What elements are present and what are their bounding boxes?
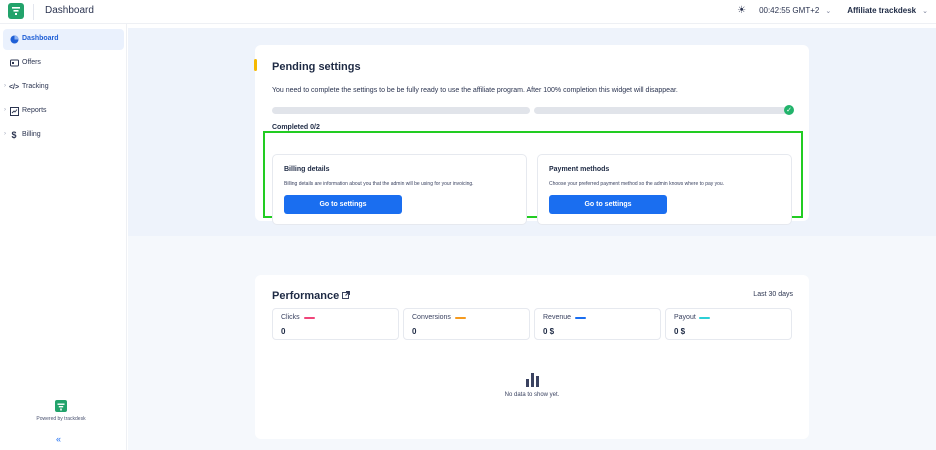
sidebar-item-billing[interactable]: › $ Billing — [3, 125, 124, 146]
metric-revenue: Revenue 0 $ — [534, 308, 661, 340]
metric-label: Conversions — [412, 314, 451, 321]
dollar-icon: $ — [11, 130, 17, 140]
main-content: Pending settings You need to complete th… — [128, 28, 936, 450]
clock-time[interactable]: 00:42:55 GMT+2 — [759, 6, 819, 15]
top-bar: Dashboard ☀ 00:42:55 GMT+2 ⌄ Affiliate t… — [0, 0, 936, 24]
dashboard-icon — [9, 34, 19, 44]
billing-details-description: Billing details are information about yo… — [284, 181, 474, 187]
clicks-legend-swatch — [304, 317, 315, 319]
revenue-legend-swatch — [575, 317, 586, 319]
sidebar-item-offers[interactable]: Offers — [3, 53, 124, 74]
sidebar-item-dashboard[interactable]: Dashboard — [3, 29, 124, 50]
performance-title: Performance — [272, 290, 340, 302]
performance-card: Performance Last 30 days Clicks 0 Conver… — [255, 275, 809, 439]
double-chevron-left-icon[interactable]: « — [56, 434, 61, 444]
chevron-down-icon[interactable]: ⌄ — [922, 7, 928, 15]
payment-methods-card: Payment methods Choose your preferred pa… — [537, 154, 792, 225]
metric-label: Payout — [674, 314, 696, 321]
payout-legend-swatch — [699, 317, 710, 319]
chevron-right-icon: › — [4, 83, 6, 89]
bar-chart-icon — [525, 372, 541, 387]
header-divider — [33, 4, 34, 20]
pending-settings-card: Pending settings You need to complete th… — [254, 45, 809, 225]
metric-value: 0 — [281, 327, 286, 336]
trackdesk-logo-icon[interactable] — [8, 3, 24, 19]
billing-go-to-settings-button[interactable]: Go to settings — [284, 195, 402, 214]
billing-details-title: Billing details — [284, 166, 330, 173]
progress-bar-segment — [272, 107, 530, 114]
pending-settings-description: You need to complete the settings to be … — [272, 87, 678, 94]
sidebar: Dashboard Offers › </> Tracking › Report… — [0, 24, 127, 450]
progress-bar-segment — [534, 107, 788, 114]
metric-value: 0 $ — [674, 327, 686, 336]
completed-count: Completed 0/2 — [272, 124, 320, 131]
payment-methods-title: Payment methods — [549, 166, 610, 173]
page-title: Dashboard — [45, 5, 94, 16]
theme-toggle-sun-icon[interactable]: ☀ — [736, 5, 747, 16]
metric-value: 0 — [412, 327, 417, 336]
offers-icon — [9, 58, 19, 68]
billing-details-card: Billing details Billing details are info… — [272, 154, 527, 225]
payment-methods-description: Choose your preferred payment method so … — [549, 181, 725, 187]
external-link-icon[interactable] — [342, 291, 350, 301]
sidebar-item-tracking[interactable]: › </> Tracking — [3, 77, 124, 98]
sidebar-item-label: Dashboard — [22, 35, 59, 42]
title-accent — [254, 59, 257, 71]
date-range-label[interactable]: Last 30 days — [753, 291, 793, 298]
metric-label: Revenue — [543, 314, 572, 321]
check-icon: ✓ — [784, 105, 794, 115]
metric-conversions: Conversions 0 — [403, 308, 530, 340]
reports-icon — [9, 106, 19, 116]
conversions-legend-swatch — [455, 317, 466, 319]
metric-payout: Payout 0 $ — [665, 308, 792, 340]
payment-go-to-settings-button[interactable]: Go to settings — [549, 195, 667, 214]
pending-settings-title: Pending settings — [272, 61, 361, 73]
powered-by-text[interactable]: Powered by trackdesk — [0, 416, 122, 422]
chevron-down-icon[interactable]: ⌄ — [825, 7, 831, 15]
chevron-right-icon: › — [4, 131, 6, 137]
trackdesk-logo-icon — [55, 400, 67, 412]
chevron-right-icon: › — [4, 107, 6, 113]
sidebar-item-reports[interactable]: › Reports — [3, 101, 124, 122]
sidebar-item-label: Offers — [22, 59, 41, 66]
sidebar-item-label: Tracking — [22, 83, 49, 90]
metric-value: 0 $ — [543, 327, 555, 336]
sidebar-item-label: Billing — [22, 131, 41, 138]
code-icon: </> — [8, 83, 20, 91]
empty-state-text: No data to show yet. — [504, 392, 560, 398]
account-menu[interactable]: Affiliate trackdesk — [847, 6, 916, 15]
sidebar-item-label: Reports — [22, 107, 47, 114]
metric-clicks: Clicks 0 — [272, 308, 399, 340]
metric-label: Clicks — [281, 314, 300, 321]
